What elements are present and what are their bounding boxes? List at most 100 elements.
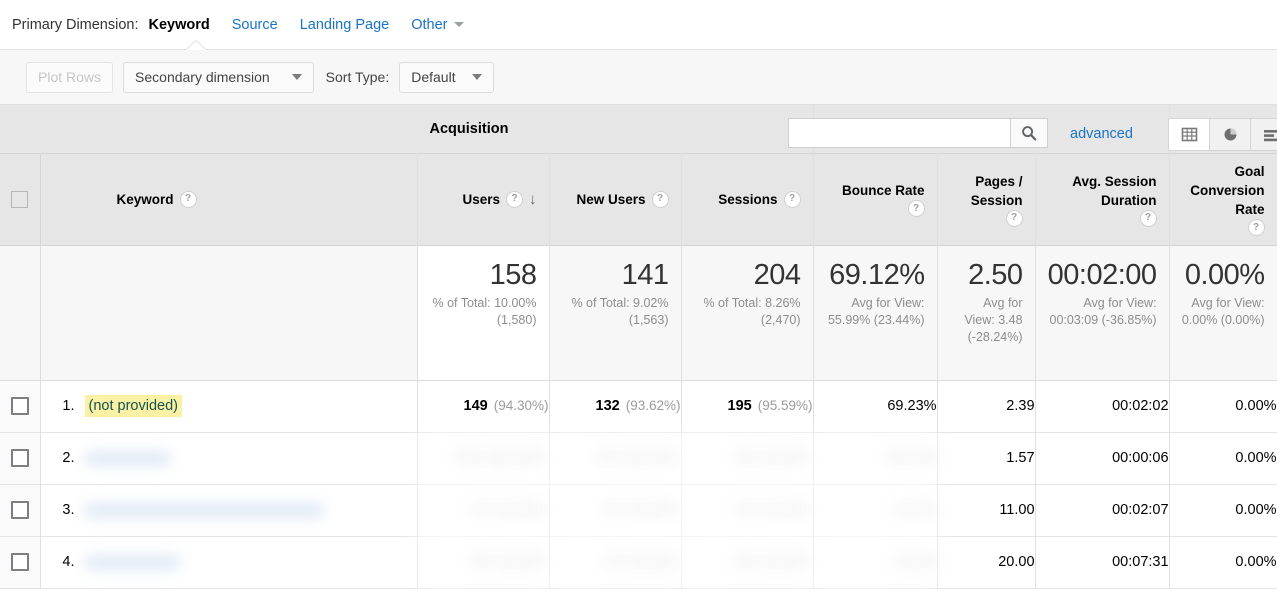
help-icon[interactable]: ? [1006, 210, 1023, 227]
group-header-blank-checkbox [0, 105, 40, 153]
summary-new-users-value: 141 [562, 258, 669, 292]
column-header-pages-per-session[interactable]: Pages / Session ? [937, 153, 1035, 245]
summary-bounce-rate-sub: Avg for View: 55.99% (23.44%) [826, 295, 925, 329]
performance-view-icon[interactable] [1251, 119, 1277, 150]
secondary-dimension-label: Secondary dimension [135, 69, 270, 85]
row-new-users-pct: (93.62%) [626, 398, 681, 413]
table-grid-icon [1181, 126, 1198, 143]
column-header-sessions[interactable]: Sessions ? [681, 153, 813, 245]
plot-rows-button[interactable]: Plot Rows [26, 62, 113, 93]
row-users-cell: 149(94.30%) [417, 380, 549, 432]
summary-pages-per-session: 2.50 Avg for View: 3.48 (-28.24%) [937, 245, 1035, 380]
row-new-users-cell: 00 (00.00%) [549, 432, 681, 484]
keyword-link-redacted[interactable] [85, 504, 323, 517]
sort-type-select[interactable]: Default [399, 62, 493, 93]
row-checkbox[interactable] [11, 449, 29, 467]
table-row: 4. 00 (0.00%) 00 (0.00%) 00 (0.00%) 0.00… [0, 536, 1277, 588]
row-select-cell [0, 432, 40, 484]
row-users-cell: 00 (0.00%) [417, 484, 549, 536]
help-icon[interactable]: ? [1248, 219, 1265, 236]
help-icon[interactable]: ? [784, 191, 801, 208]
column-header-bounce-rate[interactable]: Bounce Rate ? [813, 153, 937, 245]
table-row: 3. 00 (0.00%) 00 (0.00%) 00 (0.00%) 0.00… [0, 484, 1277, 536]
select-all-checkbox[interactable] [11, 191, 28, 208]
row-goal-conversion-rate-cell: 0.00% [1169, 380, 1277, 432]
row-new-users-value: 132 [596, 398, 620, 414]
column-header-users[interactable]: Users ? ↓ [417, 153, 549, 245]
row-bounce-rate-cell: 00.00% [813, 432, 937, 484]
row-users-value: 149 [464, 398, 488, 414]
primary-dimension-keyword[interactable]: Keyword [149, 17, 210, 33]
column-header-bounce-rate-label: Bounce Rate [842, 181, 925, 200]
advanced-link[interactable]: advanced [1070, 126, 1133, 142]
help-icon[interactable]: ? [506, 191, 523, 208]
primary-dimension-other[interactable]: Other [411, 17, 464, 33]
keyword-link[interactable]: (not provided) [85, 395, 182, 417]
summary-pages-per-session-sub: Avg for View: 3.48 (-28.24%) [950, 295, 1023, 346]
column-header-goal-conversion-rate[interactable]: Goal Conversion Rate ? [1169, 153, 1277, 245]
column-header-avg-session-duration[interactable]: Avg. Session Duration ? [1035, 153, 1169, 245]
keyword-link-redacted[interactable] [85, 452, 170, 465]
table-toolbar: Plot Rows Secondary dimension Sort Type:… [0, 49, 1277, 105]
row-sessions-pct: (95.59%) [758, 398, 813, 413]
primary-dimension-other-label: Other [411, 17, 447, 33]
summary-users: 158 % of Total: 10.00% (1,580) [417, 245, 549, 380]
column-header-new-users-label: New Users [576, 190, 645, 209]
sort-type-label: Sort Type: [326, 69, 390, 85]
row-checkbox[interactable] [11, 397, 29, 415]
row-checkbox[interactable] [11, 553, 29, 571]
keyword-link-redacted[interactable] [85, 556, 180, 569]
summary-row: 158 % of Total: 10.00% (1,580) 141 % of … [0, 245, 1277, 380]
summary-pages-per-session-value: 2.50 [950, 258, 1023, 292]
summary-sessions-sub: % of Total: 8.26% (2,470) [694, 295, 801, 329]
help-icon[interactable]: ? [908, 200, 925, 217]
search-icon [1021, 125, 1037, 141]
column-header-avg-session-duration-label: Avg. Session Duration [1048, 172, 1157, 210]
row-keyword-cell: 4. [40, 536, 417, 588]
primary-dimension-label: Primary Dimension: [12, 17, 139, 33]
column-header-pages-per-session-label: Pages / Session [950, 172, 1023, 210]
summary-sessions: 204 % of Total: 8.26% (2,470) [681, 245, 813, 380]
table-view-icon[interactable] [1169, 119, 1210, 150]
row-index: 3. [53, 502, 75, 518]
row-keyword-cell: 2. [40, 432, 417, 484]
help-icon[interactable]: ? [180, 191, 197, 208]
search-input[interactable] [788, 118, 1010, 148]
row-index: 4. [53, 554, 75, 570]
row-sessions-cell: 00 (0.00%) [681, 484, 813, 536]
row-bounce-rate-cell: 0.00% [813, 484, 937, 536]
help-icon[interactable]: ? [1140, 210, 1157, 227]
primary-dimension-landing-page[interactable]: Landing Page [300, 17, 390, 33]
column-header-users-label: Users [462, 190, 500, 209]
search-button[interactable] [1010, 118, 1048, 148]
summary-goal-conversion-rate-value: 0.00% [1182, 258, 1265, 292]
row-checkbox[interactable] [11, 501, 29, 519]
summary-sessions-value: 204 [694, 258, 801, 292]
row-goal-conversion-rate-cell: 0.00% [1169, 536, 1277, 588]
pie-chart-view-icon[interactable] [1210, 119, 1251, 150]
chevron-down-icon [472, 74, 482, 80]
secondary-dimension-button[interactable]: Secondary dimension [123, 62, 314, 93]
keywords-data-table: Acquisition Behavior Conversions Keyword… [0, 105, 1277, 589]
summary-blank-checkbox [0, 245, 40, 380]
summary-goal-conversion-rate: 0.00% Avg for View: 0.00% (0.00%) [1169, 245, 1277, 380]
column-header-new-users[interactable]: New Users ? [549, 153, 681, 245]
group-header-acquisition: Acquisition [417, 105, 813, 153]
row-new-users-cell: 132 (93.62%) [549, 380, 681, 432]
row-sessions-cell: 195(95.59%) [681, 380, 813, 432]
help-icon[interactable]: ? [652, 191, 669, 208]
summary-users-value: 158 [430, 258, 537, 292]
row-keyword-cell: 1. (not provided) [40, 380, 417, 432]
sort-desc-arrow-icon[interactable]: ↓ [529, 192, 537, 207]
row-index: 1. [53, 398, 75, 414]
row-avg-session-duration-cell: 00:07:31 [1035, 536, 1169, 588]
summary-avg-session-duration-sub: Avg for View: 00:03:09 (-36.85%) [1048, 295, 1157, 329]
row-select-cell [0, 484, 40, 536]
primary-dimension-source[interactable]: Source [232, 17, 278, 33]
row-bounce-rate-cell: 0.00% [813, 536, 937, 588]
summary-users-sub: % of Total: 10.00% (1,580) [430, 295, 537, 329]
column-header-row: Keyword ? Users ? ↓ New Users ? Sessions… [0, 153, 1277, 245]
column-header-keyword[interactable]: Keyword ? [40, 153, 417, 245]
row-users-cell: 000 (00.00%) [417, 432, 549, 484]
active-tab-pointer-icon [186, 41, 206, 50]
